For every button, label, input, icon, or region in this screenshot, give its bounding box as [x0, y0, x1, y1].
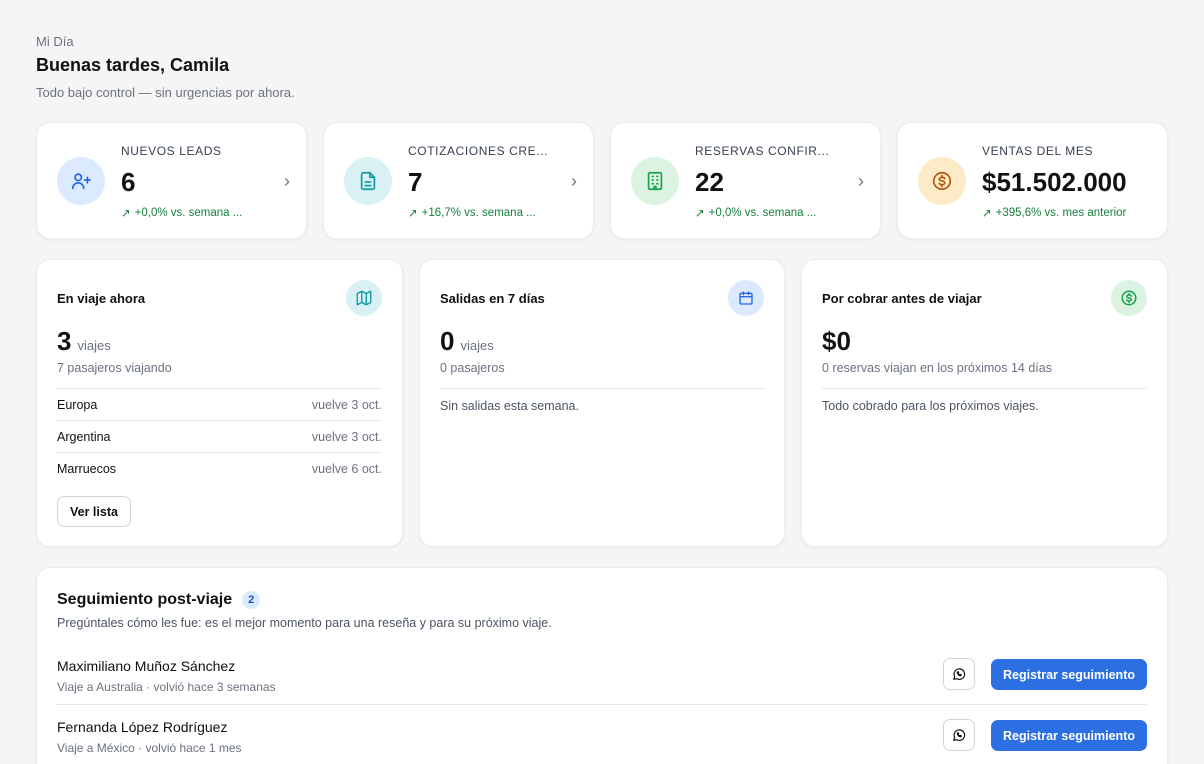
stat-value: $51.502.000 — [982, 167, 1127, 197]
stat-value: 22 — [695, 167, 724, 197]
trip-return: vuelve 3 oct. — [311, 429, 382, 444]
list-item: Argentina vuelve 3 oct. — [57, 420, 382, 452]
stat-card-new-leads[interactable]: NUEVOS LEADS 6 ↗ +0,0% vs. semana ... › — [36, 122, 307, 239]
trip-count-unit: viajes — [77, 338, 111, 353]
stat-trend-text: +16,7% vs. semana ... — [421, 207, 536, 219]
trend-up-icon: ↗ — [695, 208, 705, 220]
count-badge: 2 — [242, 591, 261, 609]
divider — [57, 704, 1147, 705]
stat-value: 7 — [408, 167, 423, 197]
departure-count: 0 viajes — [440, 326, 494, 357]
post-trip-followup-card: Seguimiento post-viaje 2 Pregúntales cóm… — [36, 567, 1168, 764]
trip-count: 3 viajes — [57, 326, 111, 357]
trip-return: vuelve 3 oct. — [311, 397, 382, 412]
dollar-coin-icon — [1111, 280, 1147, 316]
view-list-button[interactable]: Ver lista — [57, 496, 131, 527]
receivable-amount-value: $0 — [822, 326, 851, 356]
passenger-count: 0 pasajeros — [440, 361, 505, 375]
page-subtitle: Todo bajo control — sin urgencias por ah… — [36, 85, 295, 100]
page-eyebrow: Mi Día — [36, 34, 74, 49]
stat-label: COTIZACIONES CRE... — [408, 144, 549, 158]
whatsapp-button[interactable] — [943, 719, 975, 751]
trip-meta: Viaje a México · volvió hace 1 mes — [57, 741, 242, 755]
list-item: Europa vuelve 3 oct. — [57, 388, 382, 420]
user-plus-icon — [57, 157, 105, 205]
map-icon — [346, 280, 382, 316]
stat-label: RESERVAS CONFIR... — [695, 144, 830, 158]
dollar-coin-icon — [918, 157, 966, 205]
traveling-now-card: En viaje ahora 3 viajes 7 pasajeros viaj… — [36, 259, 403, 547]
stat-trend-text: +0,0% vs. semana ... — [134, 207, 243, 219]
empty-state-text: Sin salidas esta semana. — [440, 399, 579, 413]
receivable-amount: $0 — [822, 326, 851, 357]
departures-card: Salidas en 7 días 0 viajes 0 pasajeros S… — [419, 259, 785, 547]
receivable-subtext: 0 reservas viajan en los próximos 14 día… — [822, 361, 1052, 375]
section-header: Seguimiento post-viaje 2 — [57, 591, 261, 609]
list-item: Maximiliano Muñoz Sánchez Viaje a Austra… — [57, 648, 1147, 708]
trip-destination: Argentina — [57, 429, 111, 444]
calendar-icon — [728, 280, 764, 316]
register-followup-button[interactable]: Registrar seguimiento — [991, 720, 1147, 751]
stat-value: 6 — [121, 167, 136, 197]
passenger-count: 7 pasajeros viajando — [57, 361, 172, 375]
trend-up-icon: ↗ — [408, 208, 418, 220]
document-icon — [344, 157, 392, 205]
stat-label: VENTAS DEL MES — [982, 144, 1094, 158]
divider — [822, 388, 1147, 389]
stat-trend-text: +395,6% vs. mes anterior — [995, 207, 1127, 219]
stat-card-monthly-sales: VENTAS DEL MES $51.502.000 ↗ +395,6% vs.… — [897, 122, 1168, 239]
building-icon — [631, 157, 679, 205]
card-title: Salidas en 7 días — [440, 291, 545, 306]
trip-meta: Viaje a Australia · volvió hace 3 semana… — [57, 680, 276, 694]
register-followup-button[interactable]: Registrar seguimiento — [991, 659, 1147, 690]
trip-count-number: 3 — [57, 326, 72, 356]
card-title: Por cobrar antes de viajar — [822, 291, 982, 306]
trip-destination: Europa — [57, 397, 98, 412]
stat-card-quotes[interactable]: COTIZACIONES CRE... 7 ↗ +16,7% vs. seman… — [323, 122, 594, 239]
client-name: Fernanda López Rodríguez — [57, 719, 228, 735]
stat-trend: ↗ +395,6% vs. mes anterior — [982, 206, 1126, 220]
chevron-right-icon: › — [858, 171, 864, 191]
list-item: Fernanda López Rodríguez Viaje a México … — [57, 709, 1147, 764]
trend-up-icon: ↗ — [121, 208, 131, 220]
card-title: En viaje ahora — [57, 291, 146, 306]
trip-destination: Marruecos — [57, 461, 117, 476]
page-header: Mi Día Buenas tardes, Camila Todo bajo c… — [36, 34, 295, 100]
whatsapp-button[interactable] — [943, 658, 975, 690]
trip-return: vuelve 6 oct. — [311, 461, 382, 476]
page-title: Buenas tardes, Camila — [36, 55, 230, 75]
chevron-right-icon: › — [571, 171, 577, 191]
whatsapp-icon — [953, 729, 966, 741]
departure-count-unit: viajes — [460, 338, 494, 353]
trip-list: Europa vuelve 3 oct. Argentina vuelve 3 … — [57, 388, 382, 484]
receivables-card: Por cobrar antes de viajar $0 0 reservas… — [801, 259, 1168, 547]
stat-trend: ↗ +0,0% vs. semana ... — [121, 206, 242, 220]
section-description: Pregúntales cómo les fue: es el mejor mo… — [57, 616, 552, 630]
departure-count-number: 0 — [440, 326, 455, 356]
whatsapp-icon — [953, 668, 966, 680]
section-title: Seguimiento post-viaje — [57, 591, 233, 608]
list-item: Marruecos vuelve 6 oct. — [57, 452, 382, 484]
trend-up-icon: ↗ — [982, 208, 992, 220]
chevron-right-icon: › — [284, 171, 290, 191]
stat-trend: ↗ +0,0% vs. semana ... — [695, 206, 816, 220]
empty-state-text: Todo cobrado para los próximos viajes. — [822, 399, 1039, 413]
divider — [440, 388, 764, 389]
stat-card-bookings[interactable]: RESERVAS CONFIR... 22 ↗ +0,0% vs. semana… — [610, 122, 881, 239]
stat-trend: ↗ +16,7% vs. semana ... — [408, 206, 536, 220]
stat-trend-text: +0,0% vs. semana ... — [708, 207, 817, 219]
stat-label: NUEVOS LEADS — [121, 144, 222, 158]
client-name: Maximiliano Muñoz Sánchez — [57, 658, 236, 674]
